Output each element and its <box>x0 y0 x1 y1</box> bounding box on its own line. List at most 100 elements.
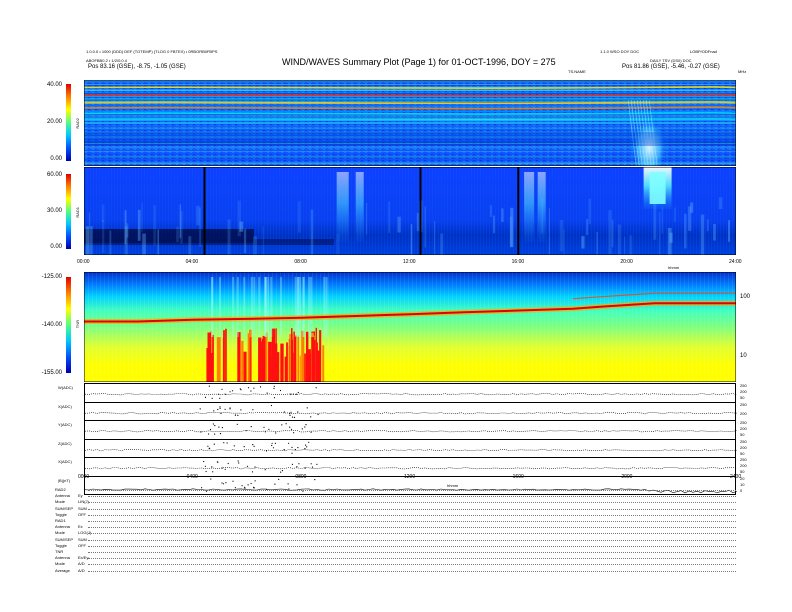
rad2-texture-line <box>84 93 736 94</box>
stripe-scatter-point <box>253 445 255 447</box>
status-value: SUM <box>78 505 87 511</box>
stripe-scatter-point <box>254 466 256 468</box>
status-value: A/D <box>78 567 85 573</box>
rad1-streak <box>397 216 401 233</box>
rad1-colorbar <box>66 174 71 249</box>
stripe-right-tick: 250 <box>740 457 747 462</box>
stripe-scatter-point <box>232 480 234 482</box>
header-info-right2: LOBP/ODFnad <box>690 49 717 54</box>
header-info-right1: 1.1.0 WSO DOY DOC <box>600 49 640 54</box>
stripe-scatter-point <box>283 410 285 413</box>
tnr-storm-streak <box>243 277 246 337</box>
tnr-storm-bar <box>280 343 284 382</box>
page-title: WIND/WAVES Summary Plot (Page 1) for 01-… <box>282 57 556 67</box>
status-label: Toggle <box>55 511 67 517</box>
stripe-right-tick: 50 <box>740 395 745 401</box>
rad2-texture-line <box>84 82 736 83</box>
stripe-scatter-point <box>298 463 300 465</box>
stripe-scatter-point <box>237 414 239 416</box>
stripe-scatter-point <box>212 423 214 425</box>
status-dotted-row <box>88 502 736 504</box>
status-dotted-row <box>88 533 736 535</box>
stripe-scatter-point <box>234 486 236 488</box>
stripe-scatter-point <box>290 428 293 430</box>
rad1-streak <box>365 203 368 235</box>
rad1-streak <box>617 224 621 255</box>
tnr-storm-streak <box>219 277 221 337</box>
stripe-scatter-point <box>273 385 275 387</box>
stripe-right-tick: 250 <box>740 438 747 444</box>
status-dotted-row <box>88 539 736 541</box>
stripe-scatter-point <box>218 393 220 395</box>
stripe-scatter-point <box>253 486 255 488</box>
rad1-xtick-label: 04:00 <box>185 259 199 265</box>
tnr-storm-bar <box>297 335 300 382</box>
stripe-scatter-point <box>271 442 273 444</box>
stripe-right-tick: 10 <box>740 481 745 487</box>
stripe-scatter-point <box>222 482 225 484</box>
stripe-right-tick: 250 <box>740 383 747 388</box>
tnr-storm-bar <box>259 341 263 382</box>
stripe-scatter-point <box>219 397 221 399</box>
rad1-streak <box>611 219 614 248</box>
rad1-streak <box>548 208 550 255</box>
stripe-scatter-point <box>274 442 276 444</box>
rad1-streak <box>88 212 91 255</box>
tnr-right-tick-10: 10 <box>740 353 747 359</box>
stripe-scatter-point <box>272 446 275 448</box>
stripe-right-tick: 250 <box>740 401 747 407</box>
stripe-scatter-point <box>259 386 262 388</box>
stripe-scatter-point <box>208 447 210 449</box>
stripe-scatter-point <box>229 391 231 393</box>
stripe-scatter-point <box>236 423 238 425</box>
rad1-streak <box>153 205 156 246</box>
rad1-ytick-bottom: 0.00 <box>50 244 62 250</box>
rad1-streak <box>624 236 626 255</box>
stripe-scatter-point <box>290 411 292 413</box>
stripe-scatter-point <box>246 465 249 467</box>
rad2-colorbar <box>66 84 71 161</box>
rad2-texture-line <box>84 91 736 93</box>
rad1-faint-burst-0 <box>336 172 349 242</box>
stripe-scatter-point <box>213 443 215 445</box>
rad2-texture-line <box>84 96 736 97</box>
rad1-streak <box>667 227 672 255</box>
tnr-storm-bar <box>223 330 225 382</box>
rad1-data-gap-1 <box>419 167 422 255</box>
status-label: Average <box>55 567 70 573</box>
rad1-data-gap-2 <box>517 167 520 255</box>
tnr-storm-bar <box>249 337 251 382</box>
stripe-trace <box>85 423 737 435</box>
stripe-scatter-point <box>314 478 316 480</box>
rad1-streak <box>239 221 244 232</box>
stripe-scatter-point <box>291 463 293 465</box>
stripe-scatter-point <box>204 465 206 467</box>
stripe-scatter-point <box>274 483 276 485</box>
rad2-texture-line <box>84 115 736 117</box>
stripe-scatter-point <box>217 408 219 410</box>
rad1-streak <box>416 212 419 232</box>
stripe-scatter-point <box>289 426 291 428</box>
tnr-storm-bar <box>307 349 311 382</box>
rad1-faint-burst-2 <box>524 172 535 242</box>
stripe-scatter-point <box>311 466 314 468</box>
rad1-streak <box>90 226 93 255</box>
stripe-scatter-point <box>250 426 252 428</box>
stripe-scatter-point <box>200 431 202 433</box>
stripe-scatter-point <box>273 397 276 399</box>
stripe-trace <box>85 441 737 454</box>
stripe-scatter-point <box>231 390 234 392</box>
status-label: RAD1 <box>55 518 66 523</box>
stripe-right-tick: 0 <box>740 487 743 493</box>
stripe-trace <box>85 385 737 399</box>
stripe-scatter-point <box>288 442 290 444</box>
tnr-storm-streak <box>294 277 297 337</box>
stripe-scatter-point <box>280 471 282 473</box>
status-dotted-row <box>88 570 736 572</box>
rad1-streak <box>706 219 709 232</box>
tnr-storm-streak <box>299 277 302 337</box>
stripe-scatter-point <box>291 416 294 418</box>
status-value: OFF <box>78 511 86 517</box>
rad1-ytick-top: 60.00 <box>46 172 62 178</box>
tnr-storm-streak <box>310 277 313 337</box>
